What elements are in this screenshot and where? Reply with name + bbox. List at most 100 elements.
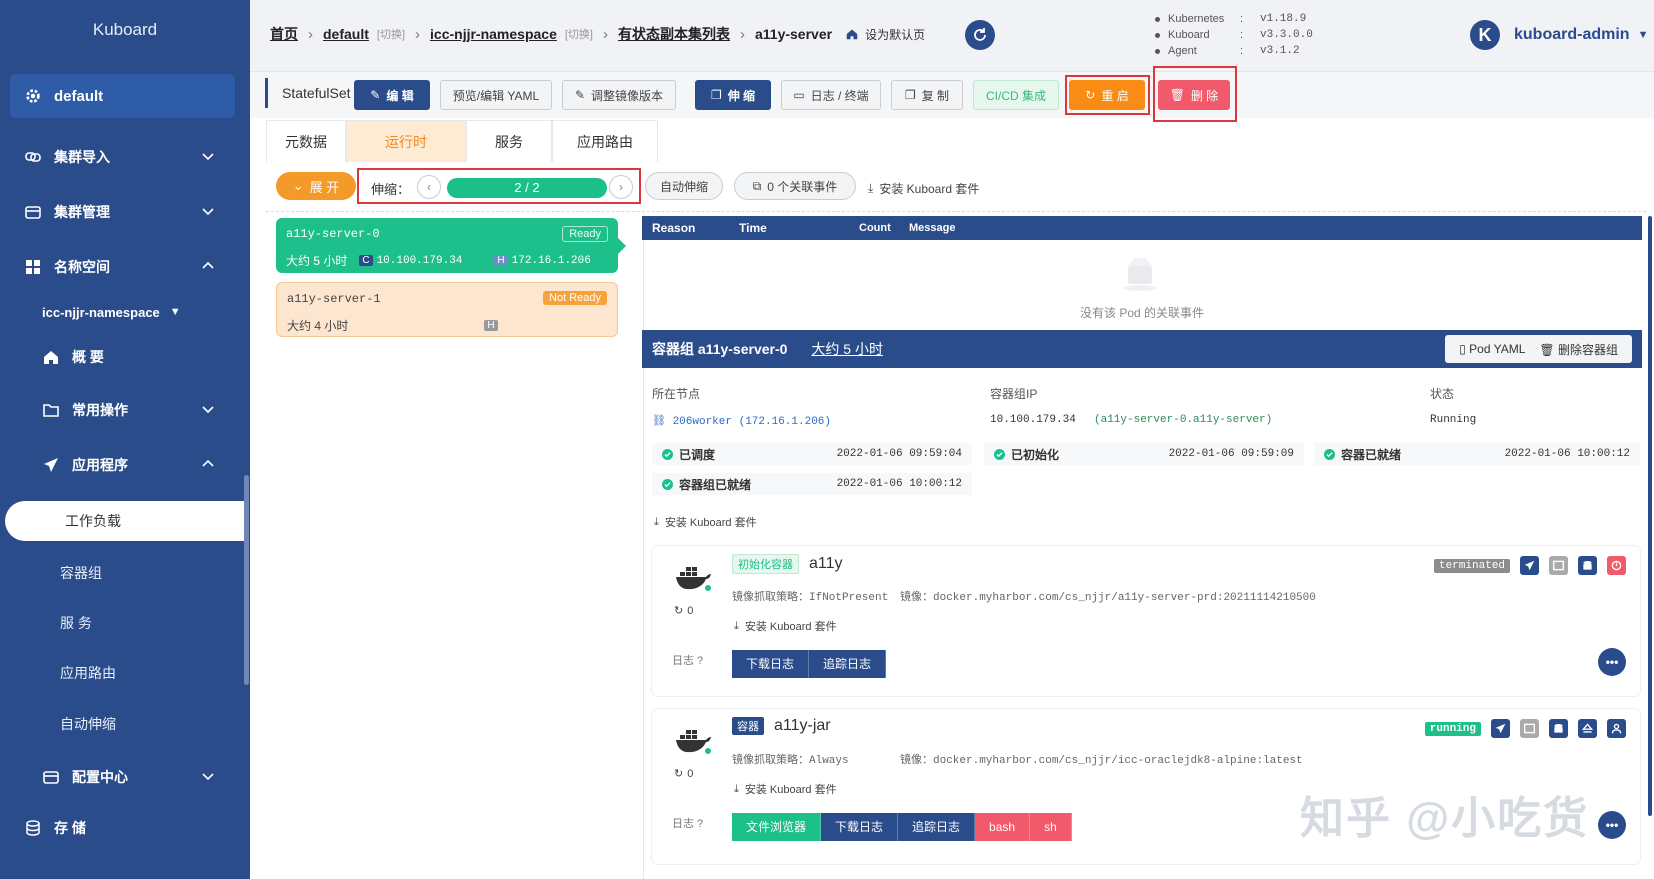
adjust-image-button[interactable]: ✎ 调整镜像版本 <box>562 80 676 110</box>
stop-icon[interactable] <box>1607 556 1626 575</box>
database-icon[interactable] <box>1549 719 1568 738</box>
tab-metadata[interactable]: 元数据 <box>266 120 346 162</box>
install-kuboard-link[interactable]: ⤓ 安装 Kuboard 套件 <box>868 180 979 197</box>
tab-ingress[interactable]: 应用路由 <box>552 120 658 162</box>
tab-runtime[interactable]: 运行时 <box>346 120 466 162</box>
trace-log-button[interactable]: 追踪日志 <box>898 813 976 841</box>
terminal-icon[interactable] <box>1549 556 1568 575</box>
switch-namespace-link[interactable]: [切换] <box>565 26 593 42</box>
col-message: Message <box>909 222 956 234</box>
sidebar-item-overview[interactable]: 概 要 <box>0 337 235 377</box>
tab-services[interactable]: 服务 <box>466 120 552 162</box>
install-kuboard-link[interactable]: ⤓ 安装 Kuboard 套件 <box>734 618 837 634</box>
set-default-label: 设为默认页 <box>865 27 926 42</box>
sidebar-item-pods[interactable]: 容器组 <box>0 553 235 593</box>
logs-terminal-button[interactable]: ▭ 日志 / 终端 <box>781 80 881 110</box>
crumb-namespace[interactable]: icc-njjr-namespace <box>430 26 557 42</box>
namespace-name: icc-njjr-namespace <box>42 304 160 320</box>
app-root: Kuboard default 集群导入 集群管理 名称空间 icc-njjr-… <box>0 0 1654 879</box>
sidebar-item-config[interactable]: 配置中心 <box>0 757 235 797</box>
pod-group-actions: ▯ Pod YAML 🗑 删除容器组 <box>1445 335 1632 363</box>
sidebar-item-apps[interactable]: 应用程序 <box>0 445 235 485</box>
install-kuboard-link[interactable]: ⤓ 安装 Kuboard 套件 <box>654 514 757 530</box>
switch-cluster-link[interactable]: [切换] <box>377 26 405 42</box>
caret-down-icon: ▼ <box>1637 29 1649 41</box>
scale-button[interactable]: ❐ 伸 缩 <box>695 80 771 110</box>
pod-name: a11y-server-0 <box>286 227 380 241</box>
send-icon[interactable] <box>1491 719 1510 738</box>
sidebar-item-workload[interactable]: 工作负载 <box>5 501 245 541</box>
bash-button[interactable]: bash <box>975 813 1031 841</box>
terminal-icon[interactable] <box>1520 719 1539 738</box>
crumb-cluster[interactable]: default <box>323 26 369 42</box>
cluster-selector[interactable]: default <box>10 74 235 118</box>
sidebar-item-label: 名称空间 <box>54 259 110 275</box>
content-scrollbar[interactable] <box>1648 216 1652 816</box>
sidebar-item-cluster-manage[interactable]: 集群管理 <box>0 192 235 232</box>
container-tag: 容器 <box>732 717 764 735</box>
sidebar-scrollbar[interactable] <box>244 475 249 685</box>
sidebar-item-common-ops[interactable]: 常用操作 <box>0 390 235 430</box>
edit-button[interactable]: ✎ 编 辑 <box>354 80 430 110</box>
condition-name: 容器已就绪 <box>1341 447 1402 462</box>
sidebar-item-services[interactable]: 服 务 <box>0 603 235 643</box>
delete-pod-button[interactable]: 🗑 删除容器组 <box>1539 341 1618 358</box>
pull-policy: 镜像抓取策略：Always <box>732 755 849 767</box>
crumb-home[interactable]: 首页 <box>270 24 298 44</box>
scale-decrease-button[interactable]: ‹ <box>417 175 441 199</box>
edit-yaml-button[interactable]: 预览/编辑 YAML <box>440 80 552 110</box>
user-icon[interactable] <box>1607 719 1626 738</box>
version-key: Agent <box>1168 45 1197 57</box>
autoscale-button[interactable]: 自动伸缩 <box>645 172 723 200</box>
install-kuboard-link[interactable]: ⤓ 安装 Kuboard 套件 <box>734 781 837 797</box>
download-log-button[interactable]: 下载日志 <box>732 650 810 678</box>
crumb-statefulset-list[interactable]: 有状态副本集列表 <box>618 24 730 44</box>
log-label: 日志 ? <box>672 815 703 831</box>
sh-button[interactable]: sh <box>1030 813 1072 841</box>
copy-button[interactable]: ❐ 复 制 <box>891 80 963 110</box>
more-button[interactable]: ••• <box>1598 648 1626 676</box>
install-label: 安装 Kuboard 套件 <box>744 621 837 633</box>
chevron-down-icon <box>202 208 214 216</box>
expand-button[interactable]: ⌄ 展 开 <box>276 172 356 200</box>
brand-logo[interactable]: Kuboard <box>0 0 250 60</box>
image-name: 镜像：docker.myharbor.com/cs_njjr/icc-oracl… <box>900 755 1303 767</box>
file-browser-button[interactable]: 文件浏览器 <box>732 813 822 841</box>
sidebar-item-storage[interactable]: 存 储 <box>0 808 235 848</box>
sidebar-item-ingress[interactable]: 应用路由 <box>0 653 235 693</box>
status-badge: Ready <box>562 226 608 242</box>
trace-log-button[interactable]: 追踪日志 <box>809 650 887 678</box>
file-icon: ▯ <box>1459 342 1470 356</box>
init-container-tag: 初始化容器 <box>732 554 799 574</box>
edit-icon: ✎ <box>370 88 381 102</box>
pod-card[interactable]: a11y-server-1 Not Ready 大约 4 小时 H <box>276 282 618 337</box>
col-count: Count <box>859 222 891 234</box>
download-icon: ⤓ <box>734 782 739 795</box>
version-info: Kubernetes: v1.18.9 Kuboard: v3.3.0.0 Agen… <box>1155 11 1313 59</box>
pod-card[interactable]: a11y-server-0 Ready 大约 5 小时 C 10.100.179… <box>276 218 626 273</box>
send-icon[interactable] <box>1520 556 1539 575</box>
cicd-button[interactable]: CI/CD 集成 <box>973 80 1059 110</box>
pod-yaml-button[interactable]: ▯ Pod YAML <box>1459 342 1525 356</box>
sidebar-item-label: 集群管理 <box>54 204 110 220</box>
database-icon[interactable] <box>1578 556 1597 575</box>
scale-increase-button[interactable]: › <box>609 175 633 199</box>
refresh-icon: ↻ <box>674 605 684 617</box>
sidebar-item-autoscale[interactable]: 自动伸缩 <box>0 704 235 744</box>
sidebar-item-cluster-import[interactable]: 集群导入 <box>0 137 235 177</box>
action-bar: StatefulSet ✎ 编 辑 预览/编辑 YAML ✎ 调整镜像版本 ❐ 伸 缩… <box>250 66 1654 122</box>
more-button[interactable]: ••• <box>1598 811 1626 839</box>
related-events-button[interactable]: ⧉ 0 个关联事件 <box>734 172 856 200</box>
container-name: a11y-jar <box>774 717 831 734</box>
user-menu[interactable]: K kuboard-admin ▼ <box>1470 20 1648 50</box>
sidebar-item-namespace[interactable]: 名称空间 <box>0 247 235 287</box>
node-link[interactable]: ⛓ 206worker (172.16.1.206) <box>652 414 831 428</box>
set-default-page[interactable]: 设为默认页 <box>846 26 925 43</box>
refresh-button[interactable] <box>965 20 995 50</box>
namespace-selector[interactable]: icc-njjr-namespace ▼ <box>0 292 235 332</box>
eject-icon[interactable] <box>1578 719 1597 738</box>
version-value: v3.1.2 <box>1260 45 1300 57</box>
download-log-button[interactable]: 下载日志 <box>821 813 899 841</box>
pull-policy: 镜像抓取策略：IfNotPresent <box>732 592 889 604</box>
breadcrumb: 首页 › default [切换] › icc-njjr-namespace [… <box>270 24 925 44</box>
